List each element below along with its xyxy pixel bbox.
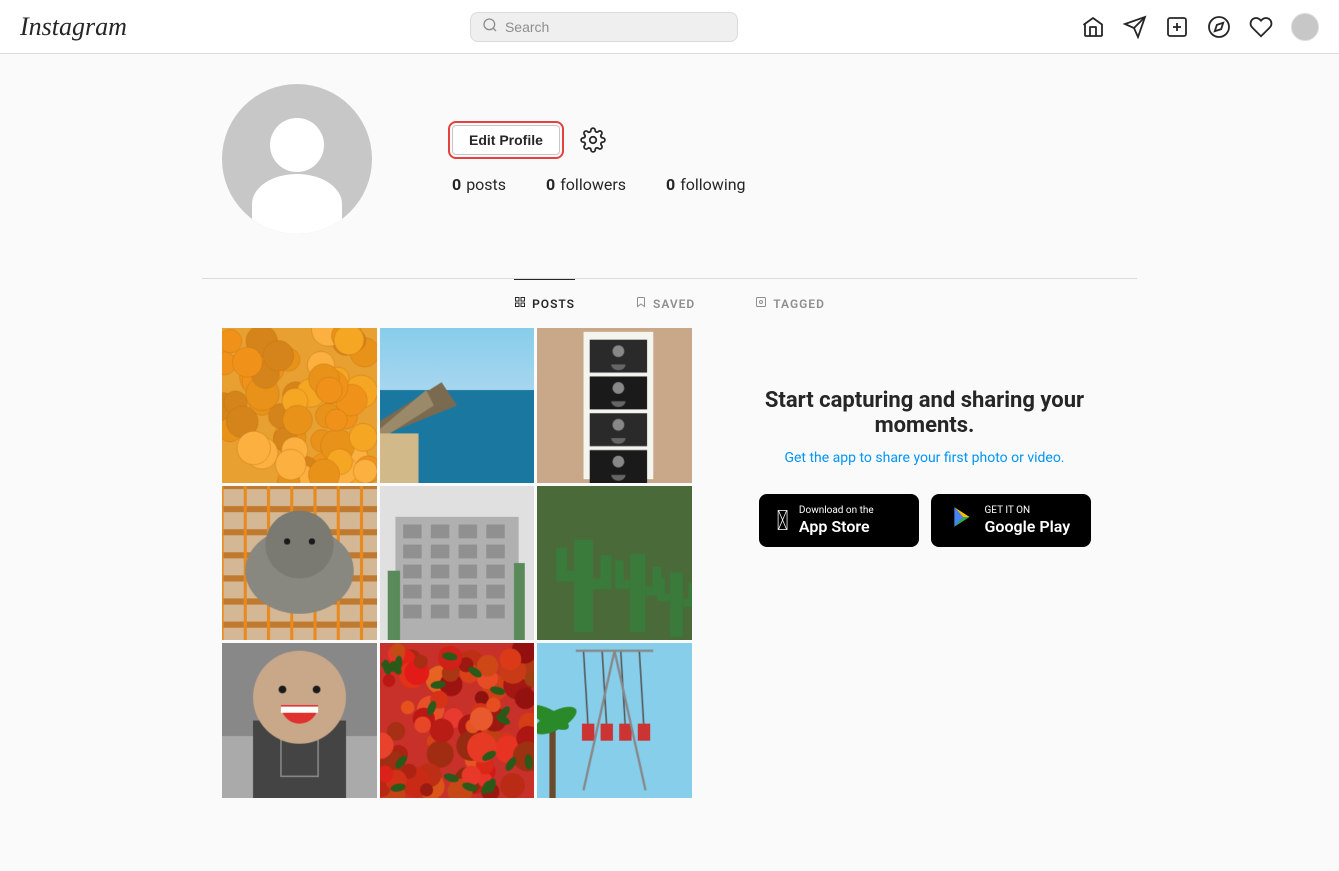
search-container bbox=[470, 12, 738, 42]
posts-count: 0 bbox=[452, 175, 461, 194]
posts-label: posts bbox=[466, 175, 506, 194]
instagram-logo[interactable]: Instagram bbox=[20, 12, 127, 42]
explore-icon[interactable] bbox=[1207, 15, 1231, 39]
google-play-name: Google Play bbox=[985, 517, 1071, 536]
tag-icon bbox=[755, 296, 767, 312]
google-play-text: GET IT ON Google Play bbox=[985, 505, 1071, 536]
grid-cell-9[interactable] bbox=[537, 643, 692, 798]
profile-avatar bbox=[222, 84, 372, 234]
tab-tagged[interactable]: TAGGED bbox=[755, 279, 825, 328]
header-nav bbox=[1081, 13, 1319, 41]
profile-info: Edit Profile 0 posts 0 followers bbox=[452, 125, 1117, 194]
followers-count: 0 bbox=[546, 175, 555, 194]
profile-container: Edit Profile 0 posts 0 followers bbox=[202, 54, 1137, 328]
avatar-head bbox=[270, 118, 324, 172]
grid-cell-8[interactable] bbox=[380, 643, 535, 798]
app-store-name: App Store bbox=[799, 517, 874, 536]
activity-icon[interactable] bbox=[1249, 15, 1273, 39]
following-count: 0 bbox=[666, 175, 675, 194]
tab-saved-label: SAVED bbox=[653, 297, 695, 311]
following-stat[interactable]: 0 following bbox=[666, 175, 746, 194]
followers-label: followers bbox=[560, 175, 626, 194]
search-input[interactable] bbox=[470, 12, 738, 42]
tab-tagged-label: TAGGED bbox=[773, 297, 825, 311]
grid-cell-3[interactable] bbox=[537, 328, 692, 483]
grid-cell-1[interactable] bbox=[222, 328, 377, 483]
app-buttons:  Download on the App Store bbox=[759, 494, 1091, 547]
followers-stat[interactable]: 0 followers bbox=[546, 175, 626, 194]
search-icon bbox=[482, 17, 498, 37]
app-store-button[interactable]:  Download on the App Store bbox=[759, 494, 919, 547]
photo-grid bbox=[222, 328, 692, 798]
bookmark-icon bbox=[635, 296, 647, 312]
avatar-body bbox=[252, 174, 342, 234]
grid-cell-5[interactable] bbox=[380, 486, 535, 641]
google-play-button[interactable]: GET IT ON Google Play bbox=[931, 494, 1091, 547]
tab-saved[interactable]: SAVED bbox=[635, 279, 695, 328]
app-store-text: Download on the App Store bbox=[799, 505, 874, 536]
new-post-icon[interactable] bbox=[1165, 15, 1189, 39]
direct-icon[interactable] bbox=[1123, 15, 1147, 39]
photo-grid-section bbox=[222, 328, 692, 798]
content-area: Start capturing and sharing your moments… bbox=[202, 328, 1137, 798]
grid-cell-2[interactable] bbox=[380, 328, 535, 483]
posts-stat[interactable]: 0 posts bbox=[452, 175, 506, 194]
cta-subtitle: Get the app to share your first photo or… bbox=[784, 450, 1064, 466]
right-panel: Start capturing and sharing your moments… bbox=[732, 328, 1117, 798]
home-icon[interactable] bbox=[1081, 15, 1105, 39]
google-play-sub: GET IT ON bbox=[985, 505, 1071, 517]
grid-icon bbox=[514, 296, 526, 312]
edit-profile-button[interactable]: Edit Profile bbox=[452, 125, 560, 155]
grid-cell-7[interactable] bbox=[222, 643, 377, 798]
app-store-sub: Download on the bbox=[799, 505, 874, 517]
header: Instagram bbox=[0, 0, 1339, 54]
stats-row: 0 posts 0 followers 0 following bbox=[452, 175, 1117, 194]
following-label: following bbox=[680, 175, 745, 194]
grid-cell-6[interactable] bbox=[537, 486, 692, 641]
profile-top-row: Edit Profile bbox=[452, 125, 1117, 155]
google-play-icon bbox=[949, 504, 975, 537]
profile-header: Edit Profile 0 posts 0 followers bbox=[222, 84, 1117, 234]
settings-icon[interactable] bbox=[580, 127, 606, 153]
user-avatar[interactable] bbox=[1291, 13, 1319, 41]
cta-title: Start capturing and sharing your moments… bbox=[732, 388, 1117, 438]
grid-cell-4[interactable] bbox=[222, 486, 377, 641]
profile-tabs: POSTS SAVED TAGGED bbox=[222, 279, 1117, 328]
apple-icon:  bbox=[777, 507, 789, 535]
tab-posts-label: POSTS bbox=[532, 297, 575, 311]
profile-avatar-wrap bbox=[222, 84, 372, 234]
tab-posts[interactable]: POSTS bbox=[514, 279, 575, 328]
